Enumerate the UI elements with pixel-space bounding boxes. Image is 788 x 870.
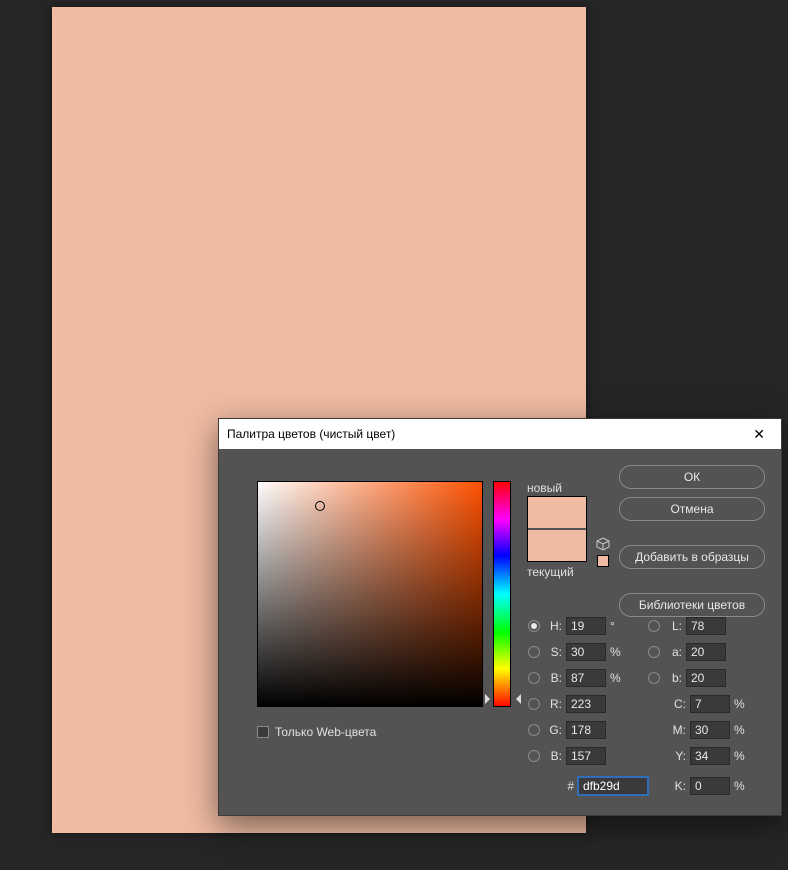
input-m[interactable] xyxy=(690,721,730,739)
label-a: a: xyxy=(664,645,682,659)
radio-l[interactable] xyxy=(648,620,660,632)
input-h[interactable] xyxy=(566,617,606,635)
color-picker-dialog: Палитра цветов (чистый цвет) ✕ новый тек… xyxy=(218,418,782,816)
unit-k: % xyxy=(734,779,748,793)
radio-a[interactable] xyxy=(648,646,660,658)
label-r: R: xyxy=(544,697,562,711)
web-safe-swatch-icon[interactable] xyxy=(597,555,609,567)
hash-label: # xyxy=(564,779,574,793)
radio-b-hsb[interactable] xyxy=(528,672,540,684)
cancel-button[interactable]: Отмена xyxy=(619,497,765,521)
label-b-rgb: B: xyxy=(544,749,562,763)
unit-m: % xyxy=(734,723,748,737)
label-c: C: xyxy=(668,697,686,711)
unit-c: % xyxy=(734,697,748,711)
label-h: H: xyxy=(544,619,562,633)
input-s[interactable] xyxy=(566,643,606,661)
label-b-hsb: B: xyxy=(544,671,562,685)
color-swatch-compare xyxy=(527,496,587,562)
dialog-titlebar: Палитра цветов (чистый цвет) ✕ xyxy=(219,419,781,449)
hue-slider[interactable] xyxy=(493,481,511,707)
radio-h[interactable] xyxy=(528,620,540,632)
label-s: S: xyxy=(544,645,562,659)
current-color-swatch[interactable] xyxy=(528,530,586,561)
new-color-label: новый xyxy=(527,481,562,495)
input-b-rgb[interactable] xyxy=(566,747,606,765)
input-r[interactable] xyxy=(566,695,606,713)
unit-h: ° xyxy=(610,619,624,633)
input-g[interactable] xyxy=(566,721,606,739)
dialog-body: новый текущий ОК Отмена Добавить в образ… xyxy=(219,449,781,815)
label-g: G: xyxy=(544,723,562,737)
label-b-lab: b: xyxy=(664,671,682,685)
radio-r[interactable] xyxy=(528,698,540,710)
hue-indicator-right-icon xyxy=(511,694,521,704)
label-k: K: xyxy=(668,779,686,793)
dialog-button-column: ОК Отмена Добавить в образцы Библиотеки … xyxy=(619,465,765,625)
radio-b-rgb[interactable] xyxy=(528,750,540,762)
close-button[interactable]: ✕ xyxy=(747,424,771,445)
web-colors-label: Только Web-цвета xyxy=(275,725,376,739)
input-c[interactable] xyxy=(690,695,730,713)
new-color-swatch xyxy=(528,497,586,528)
saturation-value-field[interactable] xyxy=(257,481,483,707)
add-to-swatches-button[interactable]: Добавить в образцы xyxy=(619,545,765,569)
input-b-hsb[interactable] xyxy=(566,669,606,687)
ok-button[interactable]: ОК xyxy=(619,465,765,489)
radio-g[interactable] xyxy=(528,724,540,736)
unit-y: % xyxy=(734,749,748,763)
input-a[interactable] xyxy=(686,643,726,661)
input-y[interactable] xyxy=(690,747,730,765)
unit-b-hsb: % xyxy=(610,671,624,685)
radio-s[interactable] xyxy=(528,646,540,658)
input-l[interactable] xyxy=(686,617,726,635)
web-colors-only-option[interactable]: Только Web-цвета xyxy=(257,725,376,739)
current-color-label: текущий xyxy=(527,565,574,579)
sv-cursor-icon xyxy=(315,501,325,511)
label-l: L: xyxy=(664,619,682,633)
numeric-fields-grid: H: ° L: S: % xyxy=(528,613,768,799)
label-y: Y: xyxy=(668,749,686,763)
unit-s: % xyxy=(610,645,624,659)
web-colors-checkbox[interactable] xyxy=(257,726,269,738)
input-k[interactable] xyxy=(690,777,730,795)
dialog-title: Палитра цветов (чистый цвет) xyxy=(227,427,395,441)
radio-b-lab[interactable] xyxy=(648,672,660,684)
input-b-lab[interactable] xyxy=(686,669,726,687)
input-hex[interactable] xyxy=(578,777,648,795)
label-m: M: xyxy=(668,723,686,737)
hue-indicator-left-icon xyxy=(485,694,495,704)
gamut-warning-icon[interactable] xyxy=(596,537,610,551)
